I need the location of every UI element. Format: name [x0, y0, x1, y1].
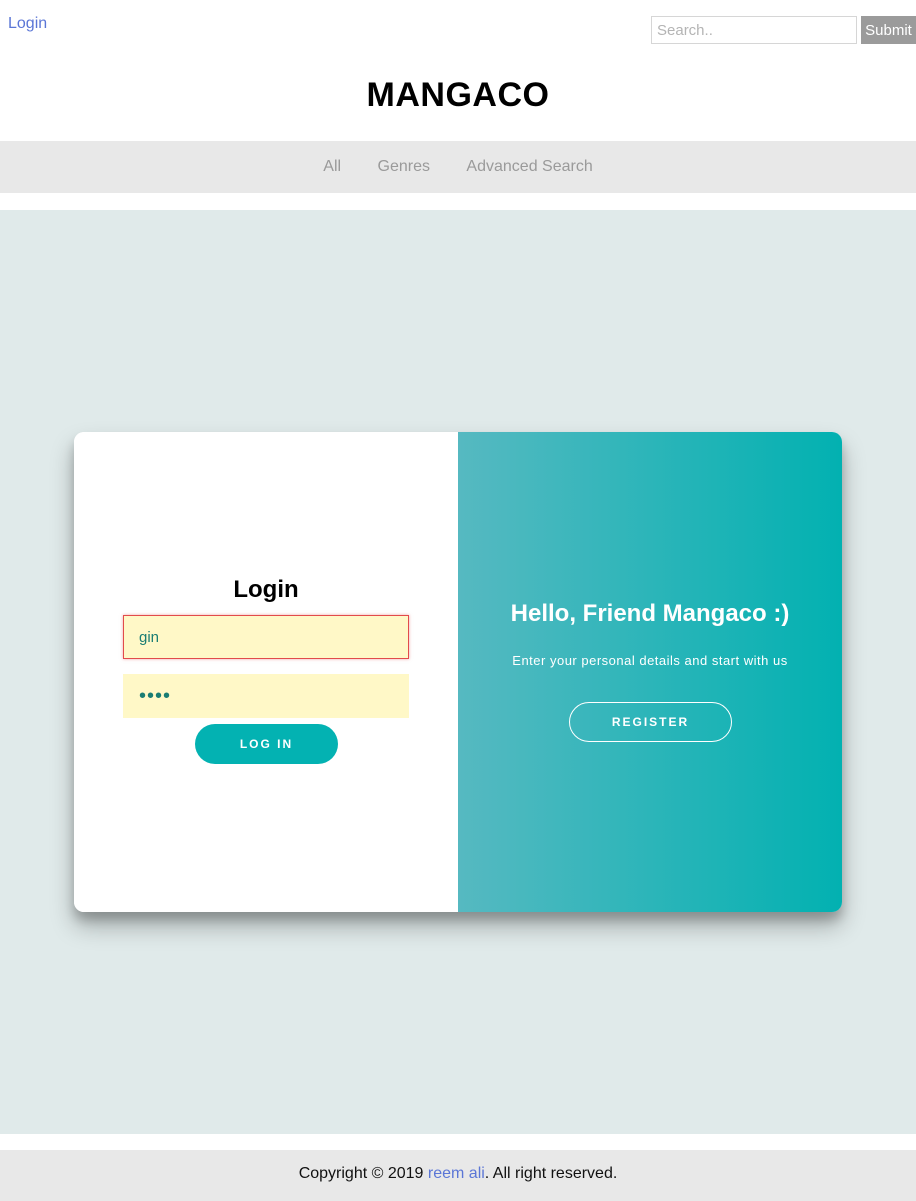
login-link[interactable]: Login [8, 15, 47, 33]
auth-card: Login LOG IN Hello, Friend Mangaco :) En… [74, 432, 842, 912]
footer-prefix: Copyright © 2019 [298, 1165, 428, 1182]
login-title: Login [233, 576, 299, 603]
main-content: Login LOG IN Hello, Friend Mangaco :) En… [0, 210, 916, 1134]
nav-item-genres[interactable]: Genres [378, 141, 430, 193]
main-nav: All Genres Advanced Search [0, 141, 916, 193]
site-title: MANGACO [366, 76, 550, 114]
welcome-panel: Hello, Friend Mangaco :) Enter your pers… [458, 432, 842, 912]
login-button[interactable]: LOG IN [195, 724, 338, 764]
welcome-title: Hello, Friend Mangaco :) [510, 600, 790, 627]
top-bar: Login Submit [0, 0, 916, 56]
footer-suffix: . All right reserved. [484, 1165, 618, 1182]
welcome-subtitle: Enter your personal details and start wi… [512, 653, 788, 668]
footer-author-link[interactable]: reem ali [428, 1165, 485, 1182]
username-field[interactable] [123, 615, 409, 659]
search-input[interactable] [651, 16, 857, 44]
register-button[interactable]: REGISTER [569, 702, 732, 742]
nav-item-advanced-search[interactable]: Advanced Search [466, 141, 592, 193]
footer: Copyright © 2019 reem ali. All right res… [0, 1150, 916, 1201]
login-panel: Login LOG IN [74, 432, 458, 912]
password-field[interactable] [123, 674, 409, 718]
nav-item-all[interactable]: All [323, 141, 341, 193]
search-submit-button[interactable]: Submit [861, 16, 916, 44]
